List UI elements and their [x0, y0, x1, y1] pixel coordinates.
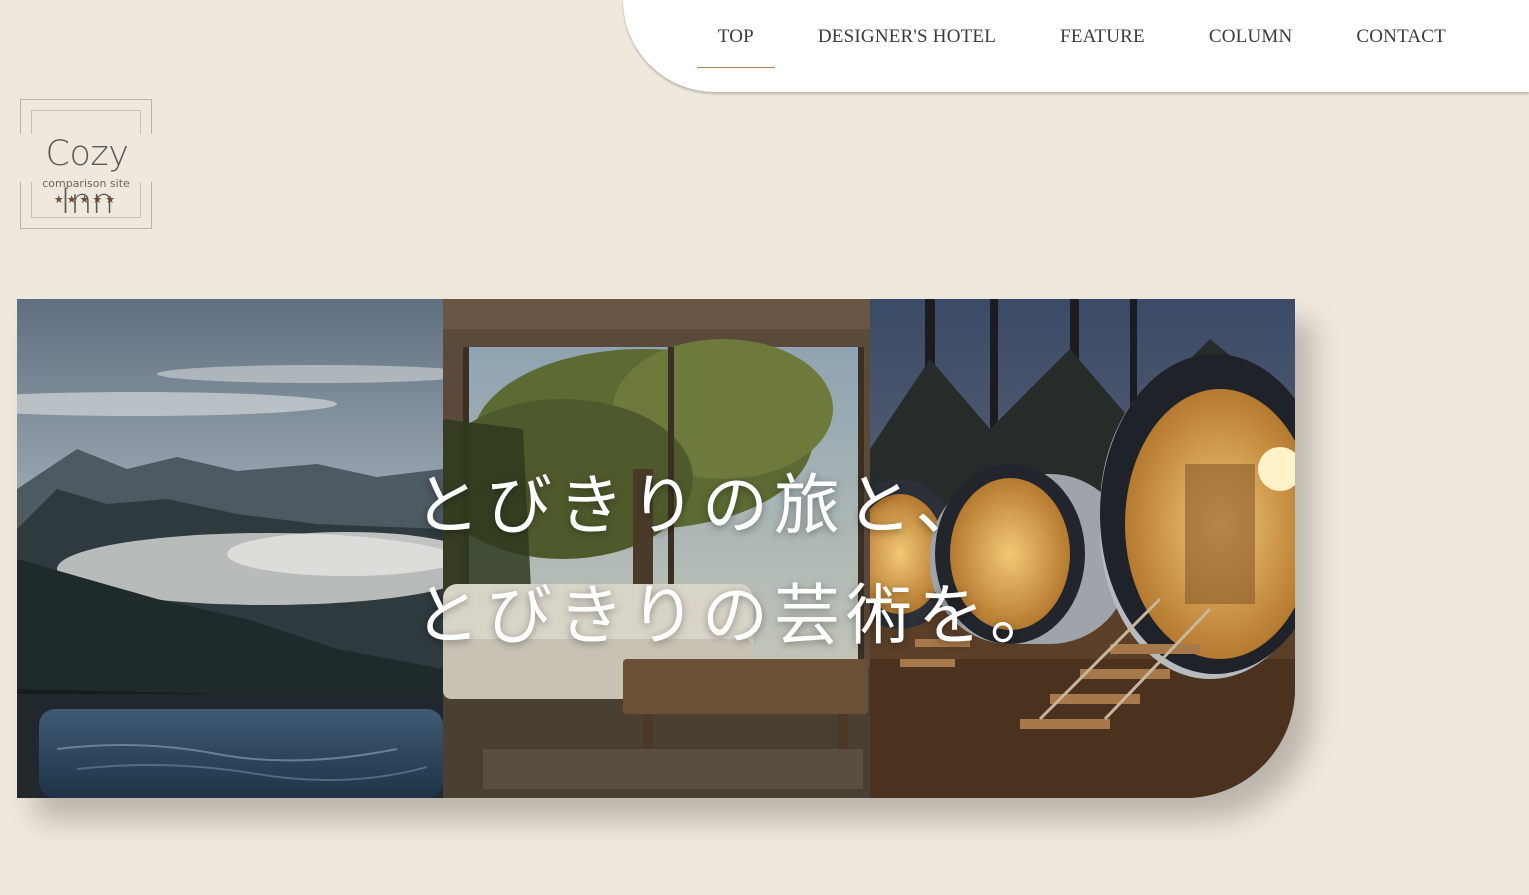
nav-item-feature[interactable]: FEATURE	[1039, 0, 1166, 66]
nav-item-top[interactable]: TOP	[696, 0, 776, 68]
site-logo[interactable]: Cozy Inn comparison site ★★★★★	[15, 99, 157, 229]
hero-banner: とびきりの旅と、 とびきりの芸術を。	[17, 299, 1295, 798]
main-nav: TOP DESIGNER'S HOTEL FEATURE COLUMN CONT…	[623, 0, 1529, 92]
hero-headline: とびきりの旅と、 とびきりの芸術を。	[414, 451, 1062, 671]
hero-line-2: とびきりの芸術を。	[414, 577, 1062, 654]
nav-item-contact[interactable]: CONTACT	[1335, 0, 1467, 66]
hero-image-mountain	[17, 299, 443, 798]
logo-stars: ★★★★★	[53, 194, 119, 206]
logo-subtitle: comparison site	[42, 177, 130, 190]
nav-item-column[interactable]: COLUMN	[1188, 0, 1314, 66]
nav-item-designers-hotel[interactable]: DESIGNER'S HOTEL	[797, 0, 1017, 66]
nav-list: TOP DESIGNER'S HOTEL FEATURE COLUMN CONT…	[675, 0, 1467, 92]
hero-line-1: とびきりの旅と、	[414, 467, 988, 544]
